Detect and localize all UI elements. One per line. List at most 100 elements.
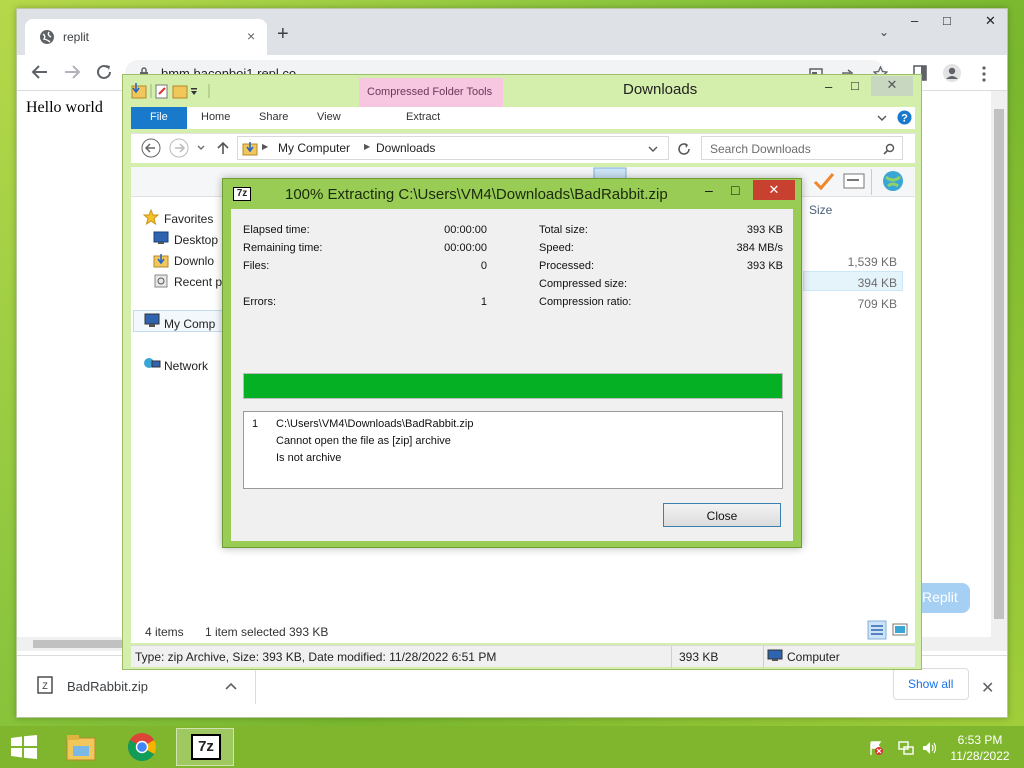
tab-share[interactable]: Share xyxy=(259,111,288,123)
back-circle-icon[interactable] xyxy=(141,138,161,158)
profile-avatar-icon[interactable] xyxy=(943,64,961,82)
svg-text:Z: Z xyxy=(42,681,48,691)
details-view-toggle-icon[interactable] xyxy=(867,620,887,640)
tab-replit[interactable]: replit × xyxy=(25,19,267,55)
log-entry-error: Cannot open the file as [zip] archive xyxy=(276,435,451,447)
file-size-2: 394 KB xyxy=(857,276,897,290)
selection-count: 1 item selected xyxy=(205,625,286,639)
quick-access-toolbar-icons[interactable] xyxy=(131,82,231,100)
speed-label: Speed: xyxy=(539,242,574,254)
refresh-icon[interactable] xyxy=(677,142,691,156)
windows-start-icon[interactable] xyxy=(10,735,38,759)
file-size-3: 709 KB xyxy=(857,297,897,311)
breadcrumb-my-computer[interactable]: My Computer xyxy=(278,141,350,155)
errors-value: 1 xyxy=(480,296,487,308)
error-log-list[interactable]: 1 C:\Users\VM4\Downloads\BadRabbit.zip C… xyxy=(243,411,783,489)
back-arrow-icon[interactable] xyxy=(31,63,49,81)
compressed-size-label: Compressed size: xyxy=(539,278,628,290)
recent-locations-chevron-icon[interactable] xyxy=(197,145,205,151)
minimize-button[interactable]: – xyxy=(911,13,918,28)
ribbon-expand-chevron-icon[interactable] xyxy=(877,114,887,122)
breadcrumb-downloads[interactable]: Downloads xyxy=(376,141,435,155)
log-entry-detail: Is not archive xyxy=(276,452,342,464)
search-downloads-input[interactable]: Search Downloads xyxy=(701,136,903,160)
explorer-title: Downloads xyxy=(623,81,698,98)
taskbar-7zip[interactable]: 7z xyxy=(176,728,234,766)
address-dropdown-chevron-icon[interactable] xyxy=(648,145,658,153)
tab-search-chevron-icon[interactable]: ⌄ xyxy=(879,25,889,39)
breadcrumb[interactable]: ▶ My Computer ▶ Downloads xyxy=(237,136,669,160)
globe-icon xyxy=(40,30,54,44)
hello-world-text: Hello world xyxy=(26,99,103,116)
volume-icon[interactable] xyxy=(922,740,938,756)
dialog-minimize-button[interactable]: – xyxy=(705,182,713,198)
details-bar: Type: zip Archive, Size: 393 KB, Date mo… xyxy=(131,645,915,668)
log-entry-path: C:\Users\VM4\Downloads\BadRabbit.zip xyxy=(276,418,474,430)
column-header-size[interactable]: Size xyxy=(809,203,832,217)
action-center-flag-icon[interactable] xyxy=(868,740,884,756)
dialog-maximize-button[interactable]: □ xyxy=(731,182,739,198)
dialog-title: 100% Extracting C:\Users\VM4\Downloads\B… xyxy=(285,186,668,203)
breadcrumb-separator-icon: ▶ xyxy=(262,142,269,151)
properties-window-icon[interactable] xyxy=(843,173,865,189)
explorer-close-button[interactable]: ✕ xyxy=(871,76,913,96)
compressed-folder-tools-tab[interactable]: Compressed Folder Tools xyxy=(359,78,503,108)
files-label: Files: xyxy=(243,260,270,272)
clock-date: 11/28/2022 xyxy=(950,749,1010,763)
forward-circle-icon[interactable] xyxy=(169,138,189,158)
kebab-menu-icon[interactable] xyxy=(981,66,987,82)
close-button[interactable]: Close xyxy=(663,503,781,527)
nav-favorites[interactable]: Favorites xyxy=(164,212,213,226)
7zip-icon: 7z xyxy=(191,734,221,760)
clock-time: 6:53 PM xyxy=(957,733,1003,747)
search-icon xyxy=(883,143,895,155)
explorer-minimize-button[interactable]: – xyxy=(825,79,832,94)
nav-network[interactable]: Network xyxy=(164,359,208,373)
chrome-icon xyxy=(128,733,156,761)
close-download-bar-button[interactable]: ✕ xyxy=(981,678,994,698)
dialog-close-x-button[interactable]: ✕ xyxy=(753,180,795,200)
details-divider xyxy=(763,646,764,668)
details-divider xyxy=(671,646,672,668)
download-filename[interactable]: BadRabbit.zip xyxy=(67,679,148,694)
maximize-button[interactable]: □ xyxy=(943,13,951,28)
reload-icon[interactable] xyxy=(95,63,113,81)
show-all-button[interactable]: Show all xyxy=(893,668,969,700)
downloads-folder-icon xyxy=(242,142,258,156)
breadcrumb-separator-icon: ▶ xyxy=(364,142,371,151)
taskbar-file-explorer[interactable] xyxy=(52,728,110,766)
tab-view[interactable]: View xyxy=(317,111,341,123)
network-status-icon[interactable] xyxy=(898,740,914,756)
downloads-folder-icon xyxy=(153,254,169,268)
nav-downloads[interactable]: Downlo xyxy=(174,254,214,268)
new-tab-button[interactable]: + xyxy=(277,24,289,44)
favorites-star-icon xyxy=(143,209,159,225)
desktop-icon xyxy=(153,231,169,244)
tab-file[interactable]: File xyxy=(131,107,187,129)
tab-extract[interactable]: Extract xyxy=(406,111,440,123)
up-arrow-icon[interactable] xyxy=(217,141,229,155)
nav-my-computer[interactable]: My Comp xyxy=(164,317,215,331)
elapsed-time-label: Elapsed time: xyxy=(243,224,310,236)
file-size-1: 1,539 KB xyxy=(847,255,897,269)
tab-home[interactable]: Home xyxy=(201,111,230,123)
nav-recent-places[interactable]: Recent p xyxy=(174,275,222,289)
computer-icon xyxy=(767,649,783,661)
total-size-label: Total size: xyxy=(539,224,588,236)
large-icons-view-toggle-icon[interactable] xyxy=(891,621,909,639)
system-clock[interactable]: 6:53 PM 11/28/2022 xyxy=(940,732,1020,764)
chevron-up-icon[interactable] xyxy=(225,682,237,690)
extraction-progress-bar xyxy=(243,373,783,399)
explorer-maximize-button[interactable]: □ xyxy=(851,78,859,93)
tab-close-button[interactable]: × xyxy=(247,28,255,44)
globe-network-icon[interactable] xyxy=(881,169,905,193)
forward-arrow-icon[interactable] xyxy=(63,63,81,81)
help-icon[interactable]: ? xyxy=(897,110,912,125)
page-vertical-scroll-thumb[interactable] xyxy=(994,109,1004,619)
taskbar-chrome[interactable] xyxy=(114,728,172,766)
close-window-button[interactable]: ✕ xyxy=(985,13,996,29)
nav-desktop[interactable]: Desktop xyxy=(174,233,218,247)
checkmark-icon[interactable] xyxy=(813,171,835,193)
address-row: ▶ My Computer ▶ Downloads Search Downloa… xyxy=(131,133,915,163)
ribbon-tabs: File Home Share View Extract ? xyxy=(131,107,915,129)
